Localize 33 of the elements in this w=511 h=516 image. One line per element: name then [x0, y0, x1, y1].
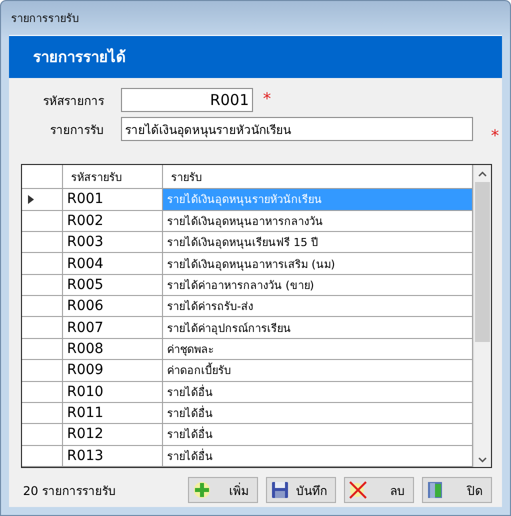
input-field[interactable]: R001 — [121, 88, 253, 112]
scroll-down-icon[interactable] — [478, 457, 487, 463]
delete-button[interactable]: ลบ — [344, 477, 414, 503]
table-cell: R005 — [63, 274, 163, 296]
record-count: 20 รายการรายรับ — [23, 482, 118, 500]
scroll-up-icon[interactable] — [478, 171, 487, 177]
column-header[interactable]: รหัสรายรับ — [63, 165, 163, 188]
save-button[interactable]: บันทึก — [266, 477, 336, 503]
table-cell: R009 — [63, 360, 163, 380]
add-button[interactable]: เพิ่ม — [188, 477, 258, 503]
table-cell: R002 — [63, 210, 163, 231]
plus-icon — [193, 481, 211, 499]
table-cell: R008 — [63, 338, 163, 360]
cross-icon — [349, 481, 367, 499]
required-mark: * — [263, 88, 271, 108]
table-cell: R003 — [63, 232, 163, 252]
scrollbar-thumb[interactable] — [475, 182, 490, 342]
input-field[interactable]: รายได้เงินอุดหนุนรายหัวนักเรียน — [121, 117, 473, 141]
required-mark: * — [491, 126, 499, 144]
field-label: รายการรับ — [49, 122, 104, 138]
window-title: รายการรายรับ — [11, 11, 79, 27]
scrollbar[interactable] — [473, 165, 491, 467]
table-cell: R011 — [63, 402, 163, 424]
table-cell: R006 — [63, 296, 163, 316]
table-cell: R012 — [63, 424, 163, 445]
close-button[interactable]: ปิด — [422, 477, 492, 503]
field-label: รหัสรายการ — [42, 92, 104, 110]
table-cell: R010 — [63, 382, 163, 402]
header-title: รายการรายได้ — [33, 47, 126, 68]
door-icon — [427, 481, 443, 499]
table-cell: R007 — [63, 317, 163, 338]
table-cell: R013 — [63, 446, 163, 466]
table-cell: R004 — [63, 253, 163, 274]
